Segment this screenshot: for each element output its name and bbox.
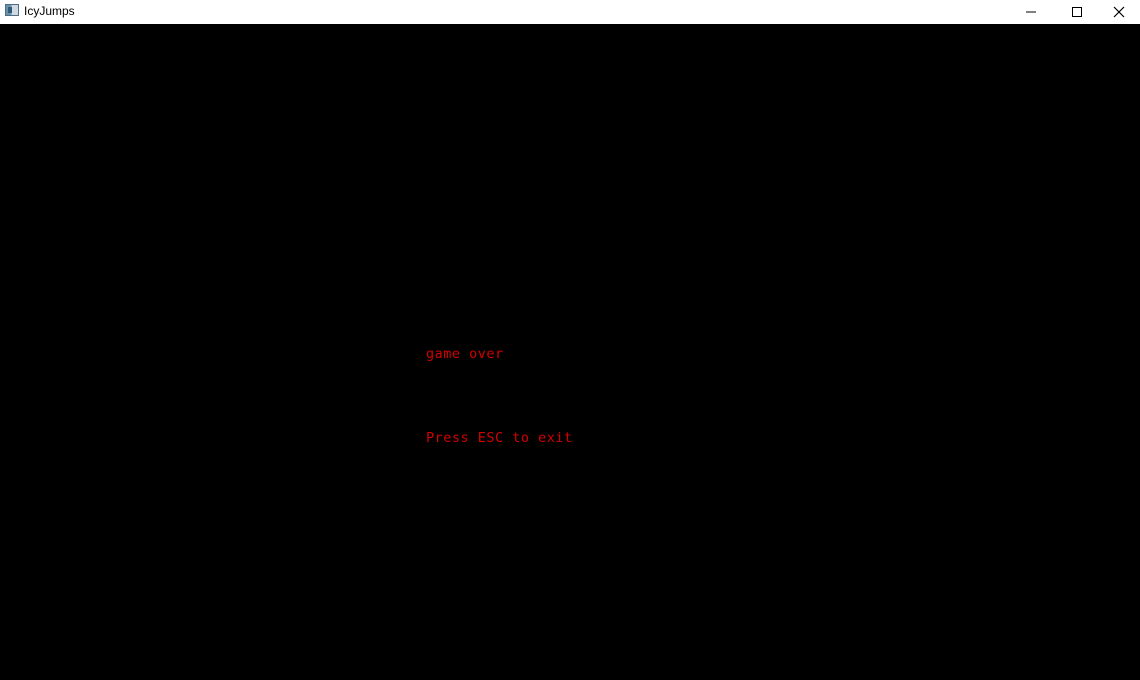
window-title: IcyJumps <box>24 4 75 18</box>
maximize-icon <box>1072 7 1082 17</box>
game-canvas[interactable]: game over Press ESC to exit <box>0 24 1140 680</box>
app-icon <box>5 4 19 16</box>
exit-hint-text: Press ESC to exit <box>426 430 573 446</box>
minimize-icon <box>1026 11 1036 13</box>
title-bar[interactable]: IcyJumps <box>0 0 1140 24</box>
game-over-text: game over <box>426 346 504 362</box>
minimize-button[interactable] <box>1008 0 1054 24</box>
game-window: IcyJumps game over Press ESC to exit <box>0 0 1140 680</box>
close-icon <box>1113 6 1124 18</box>
maximize-button[interactable] <box>1054 0 1100 24</box>
close-button[interactable] <box>1097 0 1140 24</box>
